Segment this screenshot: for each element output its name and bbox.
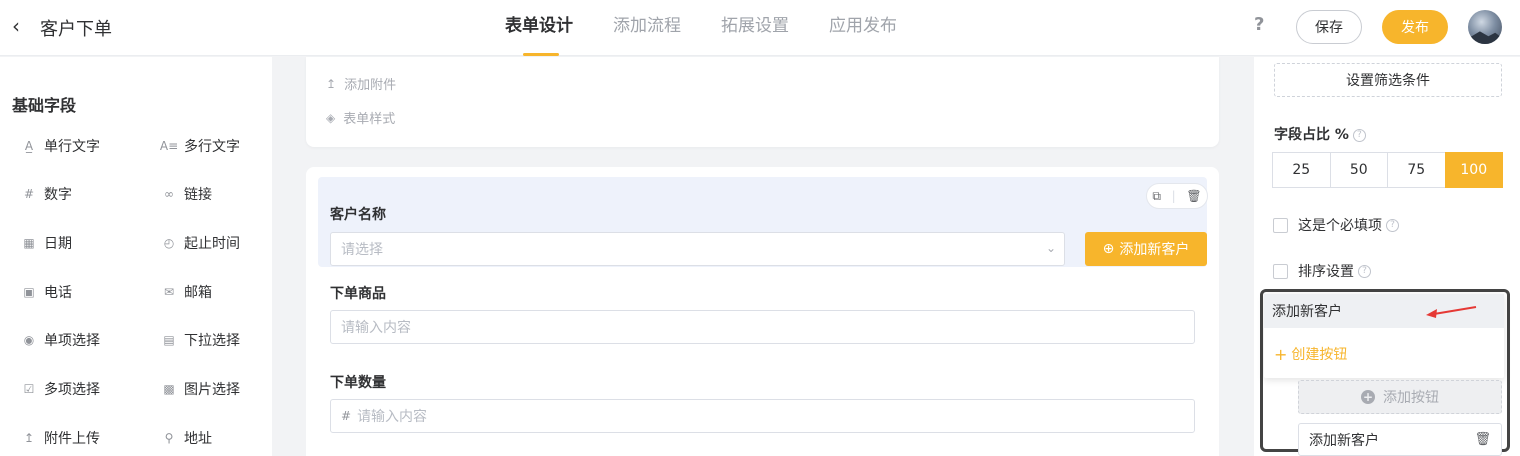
multiline-icon: A≡ <box>159 139 179 153</box>
toolbar-divider: | <box>1171 189 1176 203</box>
sort-checkbox-row[interactable]: 排序设置? <box>1273 261 1371 281</box>
top-header: ‹ 客户下单 表单设计 添加流程 拓展设置 应用发布 ? 保存 发布 <box>0 0 1520 56</box>
plus-circle-icon: ⊕ <box>1102 241 1115 257</box>
customer-name-label: 客户名称 <box>330 207 386 223</box>
save-button[interactable]: 保存 <box>1296 10 1362 44</box>
phone-icon: ▣ <box>23 285 35 299</box>
add-new-customer-button[interactable]: ⊕ 添加新客户 <box>1085 232 1207 266</box>
tab-app-publish[interactable]: 应用发布 <box>829 14 897 56</box>
left-field-panel: 基础字段 A̲ 单行文字 A≡ 多行文字 # 数字 ∞ 链接 ▦ 日期 ◴ 起止时间 ▣ 电话… <box>0 57 272 456</box>
ratio-option-50[interactable]: 50 <box>1329 152 1388 188</box>
number-icon: # <box>23 187 35 201</box>
page-title: 客户下单 <box>40 19 112 40</box>
publish-button[interactable]: 发布 <box>1382 10 1448 44</box>
link-icon: ∞ <box>164 187 174 201</box>
field-number[interactable]: # 数字 <box>22 183 72 205</box>
field-single-text[interactable]: A̲ 单行文字 <box>22 135 100 157</box>
field-address[interactable]: ⚲ 地址 <box>162 427 212 449</box>
product-label: 下单商品 <box>330 286 386 302</box>
field-mail[interactable]: ✉ 邮箱 <box>162 281 212 303</box>
ratio-label: 字段占比 %? <box>1274 124 1366 144</box>
plus-circle-icon: + <box>1361 390 1375 404</box>
ratio-option-100[interactable]: 100 <box>1444 152 1503 188</box>
checkbox-icon: ☑ <box>23 382 35 396</box>
field-time-range[interactable]: ◴ 起止时间 <box>162 232 240 254</box>
form-fields-card: ⧉ | 🗑 客户名称 请选择 ⌄ ⊕ 添加新客户 下单商品 请输入内容 下单数量 … <box>306 167 1219 456</box>
help-circle-icon[interactable]: ? <box>1358 264 1371 278</box>
plus-icon: + <box>1274 344 1288 364</box>
radio-icon: ◉ <box>23 333 35 347</box>
image-icon: ▩ <box>163 382 175 396</box>
field-single-choice[interactable]: ◉ 单项选择 <box>22 329 100 351</box>
red-arrow-annotation <box>1426 306 1477 318</box>
number-icon: # <box>341 409 352 423</box>
field-image-choice[interactable]: ▩ 图片选择 <box>162 378 240 400</box>
sort-checkbox[interactable] <box>1273 263 1288 279</box>
tab-form-design[interactable]: 表单设计 <box>505 14 573 56</box>
tab-add-process[interactable]: 添加流程 <box>613 14 681 56</box>
upload-icon: ↥ <box>23 431 35 445</box>
mail-icon: ✉ <box>163 285 175 299</box>
delete-icon[interactable]: 🗑 <box>1186 189 1201 203</box>
top-tabs: 表单设计 添加流程 拓展设置 应用发布 <box>505 14 937 56</box>
required-checkbox-row[interactable]: 这是个必填项? <box>1273 215 1399 235</box>
help-icon[interactable]: ? <box>1254 14 1264 35</box>
field-phone[interactable]: ▣ 电话 <box>22 281 72 303</box>
customer-select[interactable]: 请选择 ⌄ <box>330 232 1065 266</box>
field-upload[interactable]: ↥ 附件上传 <box>22 427 100 449</box>
required-checkbox[interactable] <box>1273 217 1288 233</box>
field-link[interactable]: ∞ 链接 <box>162 183 212 205</box>
help-circle-icon[interactable]: ? <box>1386 218 1399 232</box>
ratio-option-25[interactable]: 25 <box>1272 152 1331 188</box>
dropdown-icon: ▤ <box>163 333 175 347</box>
field-date[interactable]: ▦ 日期 <box>22 232 72 254</box>
tab-extend-settings[interactable]: 拓展设置 <box>721 14 789 56</box>
set-filter-button[interactable]: 设置筛选条件 <box>1274 63 1502 97</box>
quantity-label: 下单数量 <box>330 375 386 391</box>
product-input[interactable]: 请输入内容 <box>330 310 1195 344</box>
copy-icon[interactable]: ⧉ <box>1152 189 1161 204</box>
location-icon: ⚲ <box>164 431 174 445</box>
form-style-option[interactable]: ◈ 表单样式 <box>326 108 395 128</box>
help-circle-icon[interactable]: ? <box>1352 128 1366 142</box>
field-multi-text[interactable]: A≡ 多行文字 <box>159 135 240 157</box>
ratio-segmented-control: 25 50 75 100 <box>1272 152 1503 188</box>
ratio-option-75[interactable]: 75 <box>1387 152 1446 188</box>
chevron-down-icon: ⌄ <box>1045 241 1056 255</box>
field-multi-choice[interactable]: ☑ 多项选择 <box>22 378 100 400</box>
field-toolbar: ⧉ | 🗑 <box>1146 183 1208 209</box>
back-icon[interactable]: ‹ <box>12 14 20 38</box>
selected-field-block[interactable]: ⧉ | 🗑 客户名称 请选择 ⌄ ⊕ 添加新客户 <box>318 177 1208 267</box>
add-attachment-option[interactable]: ↥ 添加附件 <box>326 74 396 94</box>
text-icon: A̲ <box>24 139 34 153</box>
button-item-row[interactable]: 添加新客户 🗑 <box>1298 423 1502 456</box>
form-settings-card: ↥ 添加附件 ◈ 表单样式 <box>306 57 1219 147</box>
create-button-option[interactable]: + 创建按钮 <box>1274 344 1347 364</box>
upload-icon: ↥ <box>326 76 337 91</box>
field-dropdown[interactable]: ▤ 下拉选择 <box>162 329 240 351</box>
palette-icon: ◈ <box>326 110 336 125</box>
calendar-icon: ▦ <box>23 236 35 250</box>
time-range-icon: ◴ <box>163 236 175 250</box>
quantity-input[interactable]: # 请输入内容 <box>330 399 1195 433</box>
avatar[interactable] <box>1468 10 1502 44</box>
basic-fields-title: 基础字段 <box>12 96 77 115</box>
add-button[interactable]: + 添加按钮 <box>1298 380 1502 414</box>
trash-icon[interactable]: 🗑 <box>1474 432 1491 447</box>
